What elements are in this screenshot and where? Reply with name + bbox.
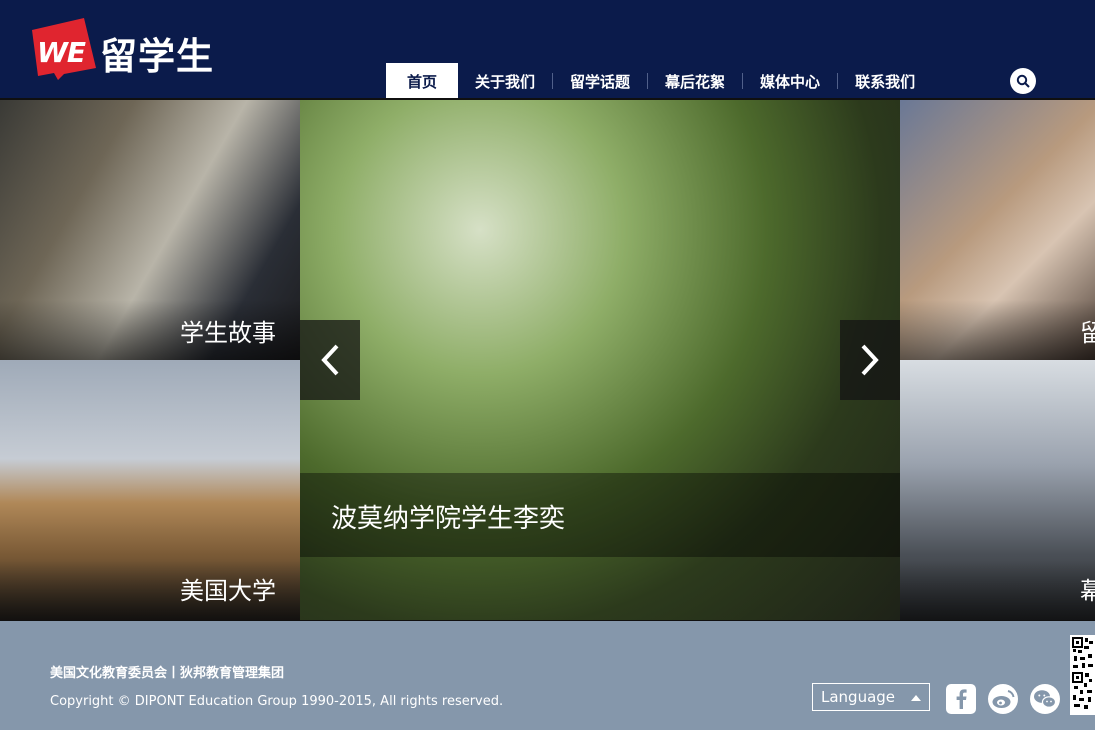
copyright-text: Copyright © DIPONT Education Group 1990-… [50,694,504,709]
tile-study-abroad[interactable]: 留 [900,100,1095,360]
nav-item-label: 关于我们 [475,72,536,91]
nav-item-label: 幕后花絮 [665,72,726,91]
nav-item-label: 媒体中心 [760,72,821,91]
nav-item-label: 联系我们 [855,72,916,91]
next-slide-button[interactable] [840,320,900,400]
footer-org-links[interactable]: 美国文化教育委员会丨狄邦教育管理集团 [50,662,284,681]
qr-code-icon [1072,637,1093,709]
tile-label: 幕 [1080,577,1095,605]
search-button[interactable] [1010,68,1036,94]
nav-item-label: 首页 [406,72,437,91]
nav-item-contact[interactable]: 联系我们 [838,63,932,99]
caret-up-icon [911,695,921,701]
main-nav: 首页 关于我们 留学话题 幕后花絮 媒体中心 联系我们 [386,63,932,99]
tile-shade [900,560,1095,620]
weibo-icon [988,684,1018,714]
site-logo[interactable]: WE 留学生 [28,18,214,80]
chevron-right-icon [861,344,879,376]
facebook-button[interactable] [946,684,976,714]
logo-badge: WE [28,18,98,80]
logo-badge-text: WE [37,36,86,69]
tile-label: 学生故事 [180,319,276,347]
tile-shade [900,300,1095,360]
qr-code [1070,635,1095,715]
wechat-icon [1030,684,1060,714]
logo-text: 留学生 [100,35,214,78]
language-select[interactable]: Language [812,683,930,711]
language-label: Language [821,688,896,706]
nav-item-topics[interactable]: 留学话题 [553,63,647,99]
nav-item-media[interactable]: 媒体中心 [743,63,837,99]
nav-item-about[interactable]: 关于我们 [458,63,552,99]
tile-student-stories[interactable]: 学生故事 [0,100,300,360]
wechat-button[interactable] [1030,684,1060,714]
site-header: WE 留学生 首页 关于我们 留学话题 幕后花絮 媒体中心 联系我们 [0,0,1095,99]
tile-label: 留 [1080,319,1095,347]
nav-item-home[interactable]: 首页 [386,63,458,99]
hero-banner: 学生故事 美国大学 留 幕 波莫纳学院学生李奕 [0,98,1095,621]
facebook-icon [946,684,976,714]
slide-caption: 波莫纳学院学生李奕 [331,504,566,534]
tile-label: 美国大学 [180,577,276,605]
chevron-left-icon [321,344,339,376]
prev-slide-button[interactable] [300,320,360,400]
search-icon [1016,74,1030,88]
tile-us-universities[interactable]: 美国大学 [0,360,300,620]
nav-item-behind-scenes[interactable]: 幕后花絮 [648,63,742,99]
nav-item-label: 留学话题 [570,72,631,91]
tile-behind-scenes[interactable]: 幕 [900,360,1095,620]
site-footer: 美国文化教育委员会丨狄邦教育管理集团 Copyright © DIPONT Ed… [0,621,1095,730]
weibo-button[interactable] [988,684,1018,714]
